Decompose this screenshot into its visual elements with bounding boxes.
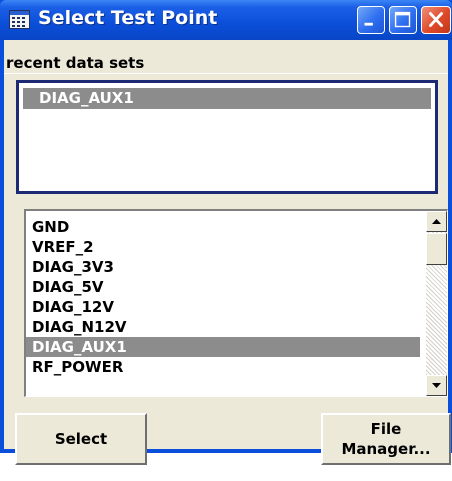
scroll-up-button[interactable] bbox=[426, 211, 447, 232]
recent-data-sets-label: recent data sets bbox=[6, 54, 145, 72]
file-manager-button-label: File Manager... bbox=[341, 419, 430, 459]
section-divider bbox=[4, 73, 448, 74]
test-point-items: GND VREF_2 DIAG_3V3 DIAG_5V DIAG_12V DIA… bbox=[26, 217, 420, 377]
list-item[interactable]: DIAG_12V bbox=[26, 297, 420, 317]
close-button[interactable] bbox=[421, 6, 451, 34]
window-title: Select Test Point bbox=[38, 7, 218, 29]
title-bar[interactable]: Select Test Point bbox=[0, 0, 452, 40]
list-item[interactable]: DIAG_N12V bbox=[26, 317, 420, 337]
list-item[interactable]: DIAG_3V3 bbox=[26, 257, 420, 277]
list-item[interactable]: RF_POWER bbox=[26, 357, 420, 377]
vertical-scrollbar[interactable] bbox=[426, 211, 447, 396]
list-item-selected[interactable]: DIAG_AUX1 bbox=[26, 337, 420, 357]
scroll-up-arrow-icon bbox=[432, 219, 441, 224]
select-button[interactable]: Select bbox=[15, 413, 147, 465]
file-manager-button[interactable]: File Manager... bbox=[321, 413, 451, 465]
select-button-label: Select bbox=[54, 430, 108, 448]
maximize-icon bbox=[394, 11, 411, 28]
recent-list-item[interactable]: DIAG_AUX1 bbox=[23, 88, 431, 109]
maximize-button[interactable] bbox=[389, 6, 417, 34]
recent-data-sets-list[interactable]: DIAG_AUX1 bbox=[16, 80, 438, 194]
minimize-button[interactable] bbox=[357, 6, 385, 34]
scroll-down-button[interactable] bbox=[426, 375, 447, 396]
dialog-body: recent data sets DIAG_AUX1 GND VREF_2 DI… bbox=[4, 40, 451, 465]
list-item[interactable]: GND bbox=[26, 217, 420, 237]
close-icon bbox=[429, 12, 443, 27]
file-manager-label-line1: File bbox=[370, 420, 402, 438]
file-manager-label-line2: Manager... bbox=[341, 440, 431, 458]
test-point-list[interactable]: GND VREF_2 DIAG_3V3 DIAG_5V DIAG_12V DIA… bbox=[24, 209, 448, 397]
select-test-point-window: Select Test Point recent data sets DIAG_… bbox=[0, 0, 452, 465]
list-item[interactable]: VREF_2 bbox=[26, 237, 420, 257]
scroll-down-arrow-icon bbox=[432, 383, 441, 388]
minimize-icon bbox=[364, 22, 373, 26]
scroll-thumb[interactable] bbox=[426, 233, 447, 265]
window-app-icon bbox=[9, 10, 30, 29]
list-item[interactable]: DIAG_5V bbox=[26, 277, 420, 297]
